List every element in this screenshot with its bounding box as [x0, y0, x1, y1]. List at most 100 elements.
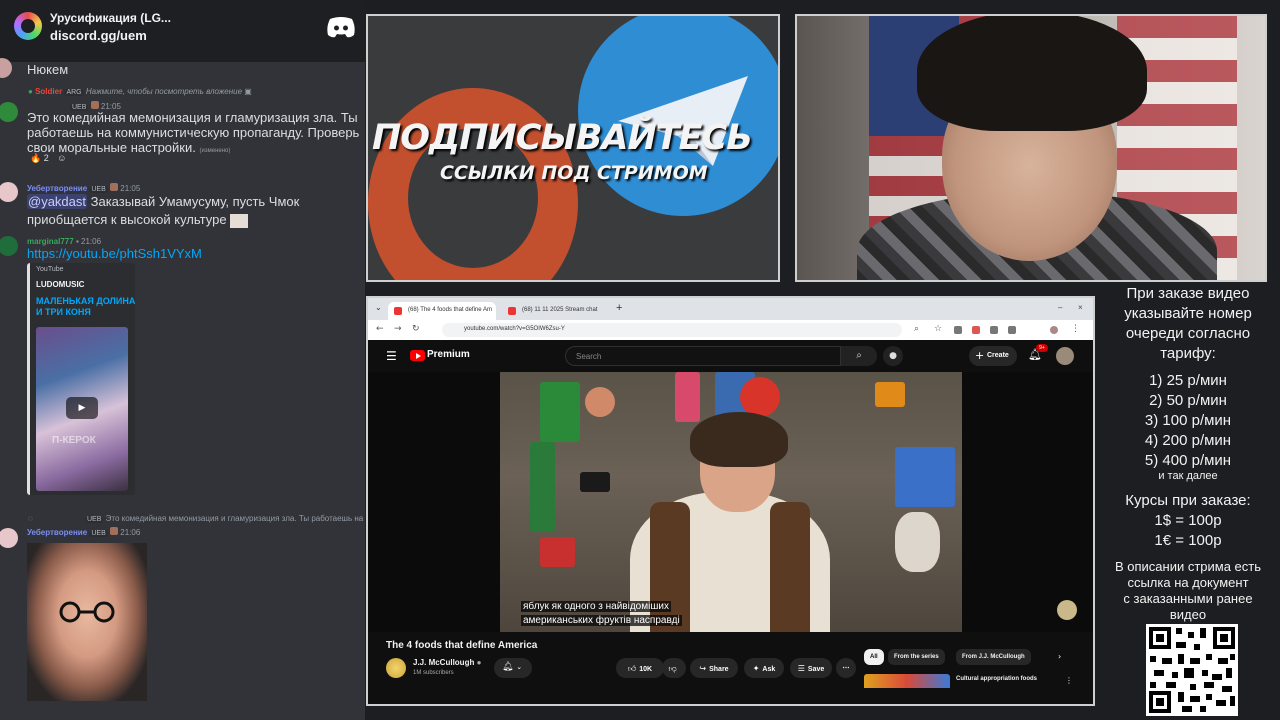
rate-line: 1€ = 100р — [1154, 532, 1222, 549]
share-label: Share — [709, 666, 729, 673]
link-embed[interactable]: YouTube LUDOMUSIC МАЛЕНЬКАЯ ДОЛИНА И ТРИ… — [27, 263, 135, 495]
extension-icon[interactable] — [972, 326, 980, 334]
new-tab-icon[interactable]: + — [616, 302, 622, 314]
youtube-link[interactable]: https://youtu.be/phtSsh1VYxM — [27, 246, 202, 261]
url-bar[interactable]: youtube.com/watch?v=G5OIW6Zsu-Y — [442, 323, 902, 337]
timestamp: 21:06 — [120, 528, 141, 537]
message-text: Нюкем — [27, 62, 69, 77]
reply-preview[interactable]: ● Soldier ARG Нажмите, чтобы посмотреть … — [28, 87, 252, 96]
chevron-right-icon[interactable]: › — [1058, 652, 1061, 661]
zoom-icon[interactable]: ⌕ — [914, 324, 919, 334]
poster — [895, 447, 955, 507]
fire-reaction-icon[interactable]: 🔥 — [30, 153, 41, 163]
tab-stream-chat[interactable]: (68) 11 11 2025 Stream chat — [502, 302, 606, 320]
microphone-icon[interactable]: ● — [883, 346, 903, 366]
ask-button[interactable]: ✦ Ask — [744, 658, 784, 678]
tab-bar: ⌄ (68) The 4 foods that define Am (68) 1… — [368, 298, 1093, 320]
attached-image[interactable] — [27, 543, 147, 701]
avatar[interactable] — [0, 102, 18, 122]
account-avatar[interactable] — [1056, 347, 1074, 365]
subtitle-line: яблук як одного з найвідоміших — [521, 601, 671, 612]
username[interactable]: Уебертворение — [27, 184, 87, 193]
reply-preview[interactable]: ◌ UEB Это комедийная мемонизация и гламу… — [28, 514, 365, 523]
extension-icon[interactable] — [954, 326, 962, 334]
qr-code[interactable] — [1146, 624, 1238, 716]
message-body: Это комедийная мемонизация и гламуризаци… — [27, 110, 360, 155]
minimize-icon[interactable]: – — [1058, 303, 1062, 312]
youtube-favicon-icon — [508, 307, 516, 315]
like-button[interactable]: 👍︎ 10K — [616, 658, 664, 678]
embed-thumbnail[interactable]: ▶ П-КЕРОК — [36, 327, 128, 491]
video-frame[interactable] — [500, 372, 962, 632]
search-icon[interactable]: ⌕ — [841, 346, 877, 366]
recommended-thumbnail[interactable] — [864, 674, 950, 688]
channel-avatar[interactable] — [386, 658, 406, 678]
video-subtitles: яблук як одного з найвідоміших американс… — [521, 600, 682, 628]
dislike-button[interactable]: 👎︎ — [662, 658, 686, 678]
avatar[interactable] — [0, 182, 18, 202]
reload-icon[interactable]: ↻ — [412, 324, 420, 334]
search-input[interactable]: Search — [565, 346, 841, 366]
subscribe-banner: ПОДПИСЫВАЙТЕСЬ ССЫЛКИ ПОД СТРИМОМ — [366, 14, 780, 282]
like-count: 10K — [639, 666, 653, 673]
banner-title: ПОДПИСЫВАЙТЕСЬ — [372, 118, 753, 158]
user-mention[interactable]: @yakdast — [27, 194, 87, 209]
extension-icon[interactable] — [990, 326, 998, 334]
avatar[interactable] — [0, 236, 18, 256]
bookmark-star-icon[interactable]: ☆ — [934, 324, 942, 334]
note-line: В описании стрима есть — [1114, 559, 1262, 574]
rates-heading: Курсы при заказе: — [1125, 492, 1251, 509]
back-icon[interactable]: ← — [376, 324, 384, 334]
server-header[interactable]: Урусификация (LG... discord.gg/uem — [0, 0, 365, 62]
glasses-graphic — [59, 601, 115, 623]
reply-text: Нажмите, чтобы посмотреть вложение — [85, 87, 243, 96]
recommended-title[interactable]: Cultural appropriation foods — [956, 676, 1037, 682]
close-window-icon[interactable]: × — [1078, 303, 1083, 312]
video-title: The 4 foods that define America — [386, 640, 538, 651]
youtube-premium-label[interactable]: Premium — [427, 349, 470, 360]
channel-watermark-icon[interactable] — [1057, 600, 1077, 620]
embed-author[interactable]: LUDOMUSIC — [36, 280, 84, 289]
avatar[interactable] — [0, 528, 18, 548]
youtube-logo-icon[interactable] — [410, 350, 425, 361]
price-tier: 4) 200 р/мин — [1144, 432, 1232, 449]
forward-icon[interactable]: → — [394, 324, 402, 334]
more-icon: ⋯ — [842, 665, 850, 672]
more-actions-button[interactable]: ⋯ — [836, 658, 856, 678]
save-button[interactable]: ☰ Save — [790, 658, 832, 678]
recommendation-chips: All From the series From J.J. McCullough… — [864, 649, 1093, 667]
server-invite-link[interactable]: discord.gg/uem — [50, 28, 147, 43]
channel-name[interactable]: J.J. McCullough ● — [413, 658, 481, 667]
create-button[interactable]: + Create — [969, 346, 1017, 366]
role-badge: UEB — [85, 516, 104, 523]
share-button[interactable]: ↪ Share — [690, 658, 738, 678]
url-text: youtube.com/watch?v=G5OIW6Zsu-Y — [464, 326, 565, 332]
note-line: видео — [1169, 607, 1207, 622]
username[interactable]: marginal777 — [27, 237, 74, 246]
create-label: Create — [987, 352, 1009, 359]
tab-youtube-video[interactable]: (68) The 4 foods that define Am — [388, 302, 496, 320]
more-icon[interactable]: ⋮ — [1065, 676, 1073, 685]
chip-from-series[interactable]: From the series — [888, 649, 945, 665]
browser-menu-icon[interactable]: ⋮ — [1071, 324, 1080, 334]
embed-title[interactable]: МАЛЕНЬКАЯ ДОЛИНА И ТРИ КОНЯ — [36, 296, 136, 318]
chip-all[interactable]: All — [864, 649, 884, 665]
pricing-heading-line: тарифу: — [1160, 345, 1216, 362]
browser-window: ⌄ (68) The 4 foods that define Am (68) 1… — [366, 296, 1095, 706]
message-header: marginal777 ▪ 21:06 — [27, 237, 101, 246]
hamburger-menu-icon[interactable]: ☰ — [386, 349, 397, 363]
add-reaction-icon[interactable]: ☺ — [57, 153, 66, 163]
custom-emoji-icon — [230, 213, 249, 228]
play-icon[interactable]: ▶ — [66, 397, 98, 419]
profile-icon[interactable] — [1050, 326, 1058, 334]
price-tier: 3) 100 р/мин — [1144, 412, 1232, 429]
chip-from-channel[interactable]: From J.J. McCullough — [956, 649, 1031, 665]
subscription-bell-button[interactable]: 🔔︎ ⌄ — [494, 658, 532, 678]
host-vest — [770, 502, 810, 632]
sign — [875, 382, 905, 407]
video-player[interactable]: яблук як одного з найвідоміших американс… — [368, 372, 1093, 632]
extension-icon[interactable] — [1008, 326, 1016, 334]
reaction-bar[interactable]: 🔥 2 ☺ — [30, 153, 66, 164]
tab-search-icon[interactable]: ⌄ — [375, 303, 382, 312]
username[interactable]: Уебертворение — [27, 528, 87, 537]
